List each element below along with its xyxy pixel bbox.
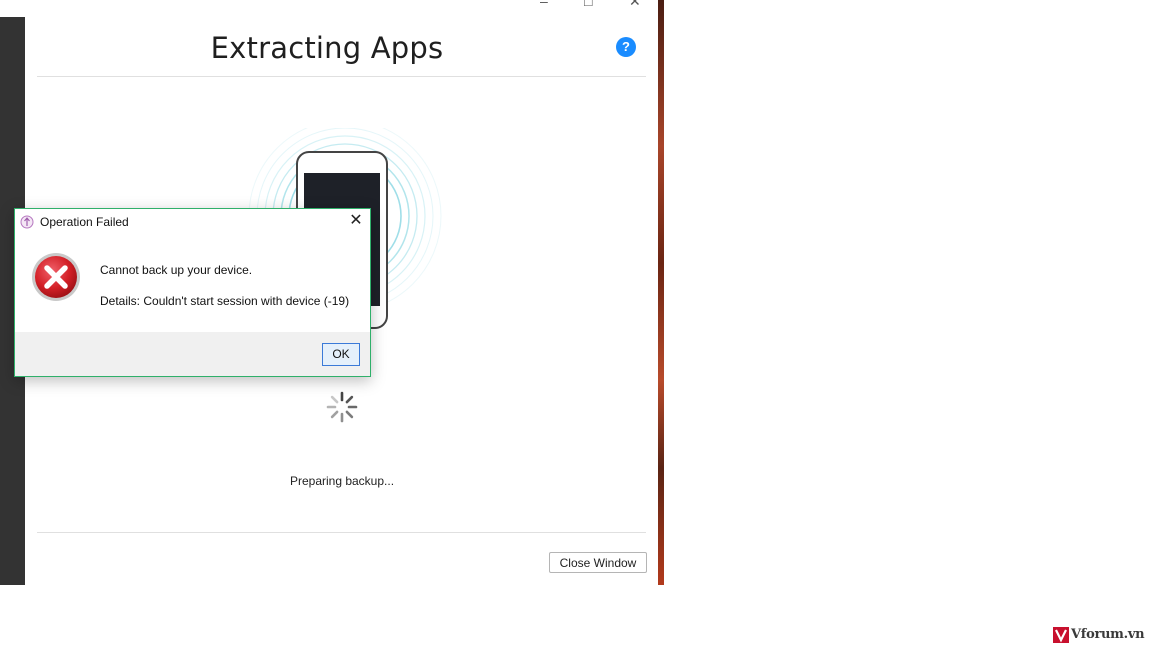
error-dialog: Operation Failed ✕ Cannot back up your d… — [14, 208, 371, 377]
maximize-button[interactable]: □ — [584, 0, 592, 8]
help-icon[interactable]: ? — [616, 37, 636, 57]
dialog-title: Operation Failed — [40, 215, 129, 229]
app-logo-icon — [20, 215, 34, 229]
window-close-button[interactable]: ✕ — [629, 0, 641, 8]
watermark-text: Vforum.vn — [1071, 627, 1145, 642]
watermark: Vforum.vn — [1053, 627, 1149, 643]
watermark-logo-icon — [1053, 627, 1069, 643]
page-title: Extracting Apps — [210, 31, 444, 65]
dialog-message: Cannot back up your device. — [100, 263, 253, 277]
status-text: Preparing backup... — [289, 474, 395, 488]
dialog-close-icon[interactable]: ✕ — [348, 213, 364, 229]
dialog-details: Details: Couldn't start session with dev… — [100, 294, 350, 308]
background-right-strip — [658, 0, 664, 585]
header-divider — [37, 76, 646, 77]
dialog-footer: OK — [15, 332, 370, 376]
dialog-body: Cannot back up your device. Details: Cou… — [15, 235, 370, 332]
ok-button[interactable]: OK — [322, 343, 360, 366]
footer-divider — [37, 532, 646, 533]
minimize-button[interactable]: – — [540, 0, 548, 8]
loading-spinner-icon — [326, 391, 358, 423]
dialog-titlebar: Operation Failed ✕ — [15, 209, 370, 235]
close-window-button[interactable]: Close Window — [549, 552, 647, 573]
error-icon — [32, 253, 80, 301]
